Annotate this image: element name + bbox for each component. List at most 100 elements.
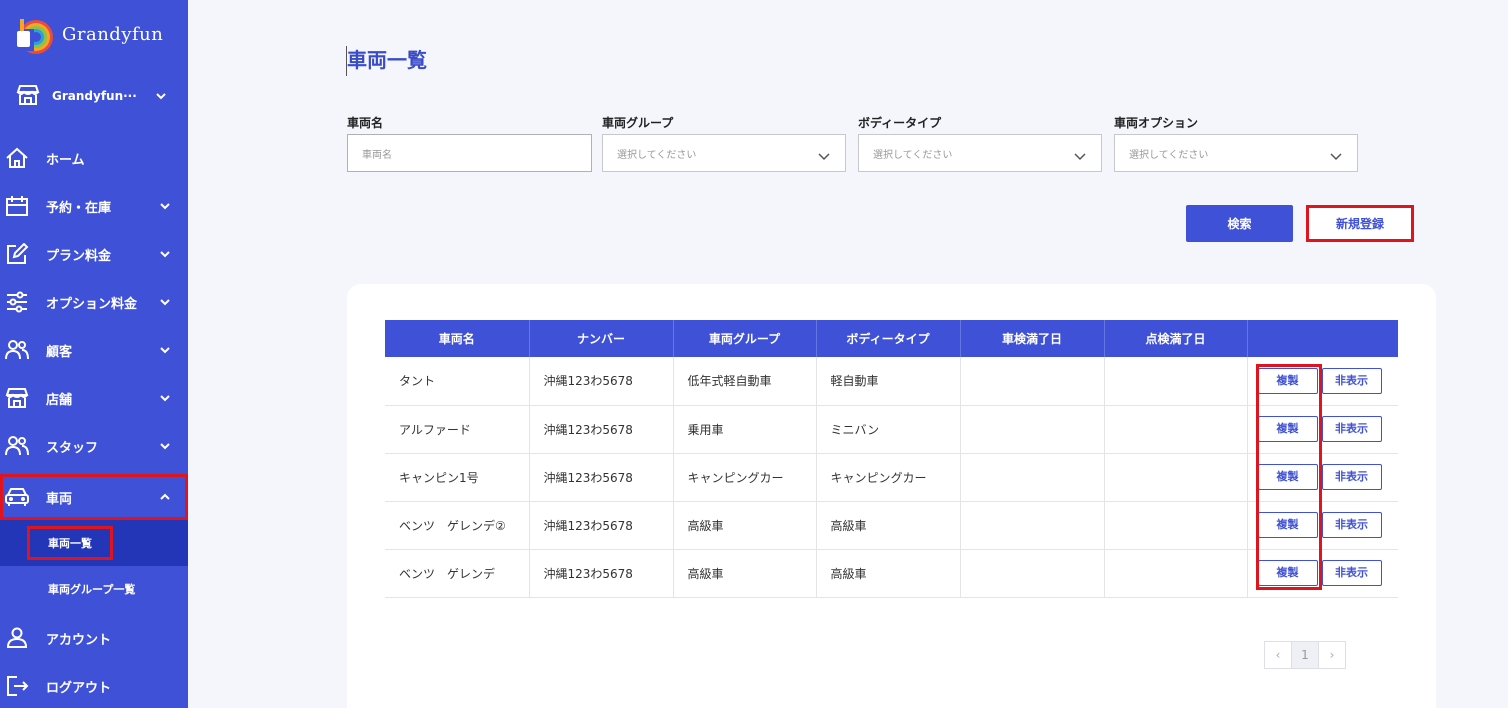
subnav-label: 車両一覧 (27, 526, 113, 560)
subnav-label: 車両グループ一覧 (48, 583, 136, 596)
copy-button[interactable]: 複製 (1257, 416, 1318, 442)
nav-plan-price[interactable]: プラン料金 (0, 234, 188, 274)
vehicle-name-input[interactable]: 車両名 (347, 134, 592, 172)
brand-logo[interactable]: Grandyfun (12, 12, 163, 56)
vehicle-table-card: 車両名 ナンバー 車両グループ ボディータイプ 車検満了日 点検満了日 タント … (347, 284, 1436, 708)
rainbow-logo-icon (12, 13, 54, 55)
chevron-down-icon (158, 199, 172, 213)
nav-label: スタッフ (46, 440, 99, 456)
chevron-down-icon (1329, 149, 1343, 163)
cell-actions: 複製 非表示 (1247, 549, 1398, 598)
table-row[interactable]: ベンツ ゲレンデ 沖縄123わ5678 高級車 高級車 複製 非表示 (385, 549, 1398, 598)
nav-option-price[interactable]: オプション料金 (0, 282, 188, 322)
hide-button[interactable]: 非表示 (1321, 416, 1382, 442)
cell-inspection-expiry (960, 357, 1105, 406)
nav-home[interactable]: ホーム (0, 138, 188, 178)
brand-name: Grandyfun (62, 23, 164, 45)
hide-button[interactable]: 非表示 (1321, 560, 1382, 586)
nav-customers[interactable]: 顧客 (0, 330, 188, 370)
cell-check-expiry (1104, 453, 1248, 502)
prev-page-button[interactable]: ‹ (1264, 641, 1292, 669)
nav-label: アカウント (46, 632, 112, 648)
cell-plate-number: 沖縄123わ5678 (529, 405, 674, 454)
column-header[interactable]: ボディータイプ (816, 320, 961, 357)
copy-button[interactable]: 複製 (1257, 512, 1318, 538)
new-registration-button[interactable]: 新規登録 (1306, 205, 1414, 242)
chevron-down-icon (158, 391, 172, 405)
table-row[interactable]: タント 沖縄123わ5678 低年式軽自動車 軽自動車 複製 非表示 (385, 357, 1398, 406)
nav-label: 車両 (46, 491, 73, 507)
cell-plate-number: 沖縄123わ5678 (529, 549, 674, 598)
pagination: ‹ 1 › (1264, 641, 1346, 669)
cell-vehicle-group: 乗用車 (673, 405, 817, 454)
column-header[interactable]: ナンバー (529, 320, 674, 357)
nav-label: 顧客 (46, 344, 73, 360)
column-header[interactable]: 点検満了日 (1104, 320, 1248, 357)
cell-body-type: 軽自動車 (816, 357, 961, 406)
subnav-vehicle-group-list[interactable]: 車両グループ一覧 (0, 566, 188, 612)
select-placeholder: 選択してください (1129, 149, 1209, 161)
nav-label: オプション料金 (46, 296, 138, 312)
cell-actions: 複製 非表示 (1247, 405, 1398, 454)
select-placeholder: 選択してください (617, 149, 697, 161)
cell-inspection-expiry (960, 453, 1105, 502)
filter-vehicle-option: 車両オプション 選択してください (1114, 114, 1358, 172)
nav-label: 店舗 (46, 392, 73, 408)
nav-staff[interactable]: スタッフ (0, 426, 188, 466)
filter-vehicle-group: 車両グループ 選択してください (602, 114, 846, 172)
column-header (1247, 320, 1398, 357)
sidebar: Grandyfun Grandyfun··· ホーム 予約・在庫 プラン料金 オ… (0, 0, 188, 708)
cell-body-type: 高級車 (816, 501, 961, 550)
edit-icon (4, 241, 30, 267)
table-row[interactable]: キャンピン1号 沖縄123わ5678 キャンピングカー キャンピングカー 複製非… (385, 453, 1398, 502)
column-header[interactable]: 車検満了日 (960, 320, 1105, 357)
cell-actions: 複製 非表示 (1247, 501, 1398, 550)
hide-button[interactable]: 非表示 (1321, 464, 1382, 490)
nav-stores[interactable]: 店舗 (0, 378, 188, 418)
hide-button[interactable]: 非表示 (1321, 512, 1382, 538)
cell-check-expiry (1104, 501, 1248, 550)
vehicle-group-select[interactable]: 選択してください (602, 134, 846, 172)
store-icon (16, 84, 40, 109)
cell-body-type: キャンピングカー (816, 453, 961, 502)
filter-body-type: ボディータイプ 選択してください (858, 114, 1102, 172)
nav-account[interactable]: アカウント (0, 618, 188, 658)
chevron-down-icon (158, 439, 172, 453)
nav-vehicles[interactable]: 車両 (0, 474, 188, 520)
cell-vehicle-name: ベンツ ゲレンデ② (385, 501, 530, 550)
logout-icon (4, 673, 30, 699)
cell-body-type: 高級車 (816, 549, 961, 598)
copy-button[interactable]: 複製 (1257, 464, 1318, 490)
next-page-button[interactable]: › (1318, 641, 1346, 669)
cell-inspection-expiry (960, 501, 1105, 550)
column-header[interactable]: 車両グループ (673, 320, 817, 357)
column-header[interactable]: 車両名 (385, 320, 530, 357)
copy-button[interactable]: 複製 (1257, 560, 1318, 586)
store-selector[interactable]: Grandyfun··· (16, 80, 182, 112)
chevron-down-icon (158, 343, 172, 357)
copy-button[interactable]: 複製 (1257, 367, 1318, 394)
nav-reservation[interactable]: 予約・在庫 (0, 186, 188, 226)
hide-button[interactable]: 非表示 (1321, 367, 1382, 394)
search-button[interactable]: 検索 (1186, 205, 1293, 242)
cell-check-expiry (1104, 549, 1248, 598)
user-icon (4, 625, 30, 651)
chevron-down-icon (158, 247, 172, 261)
page-number[interactable]: 1 (1291, 641, 1319, 669)
subnav-vehicle-list[interactable]: 車両一覧 (0, 520, 188, 566)
cell-actions: 複製 非表示 (1247, 357, 1398, 406)
body-type-select[interactable]: 選択してください (858, 134, 1102, 172)
chevron-down-icon (158, 295, 172, 309)
chevron-down-icon (817, 149, 831, 163)
nav-logout[interactable]: ログアウト (0, 666, 188, 706)
cell-vehicle-group: 高級車 (673, 501, 817, 550)
filter-label: ボディータイプ (858, 116, 942, 130)
cell-inspection-expiry (960, 405, 1105, 454)
select-placeholder: 選択してください (873, 149, 953, 161)
vehicle-option-select[interactable]: 選択してください (1114, 134, 1358, 172)
table-row[interactable]: アルファード 沖縄123わ5678 乗用車 ミニバン 複製 非表示 (385, 405, 1398, 454)
nav-label: 予約・在庫 (46, 200, 112, 216)
nav-label: ログアウト (46, 680, 112, 696)
table-row[interactable]: ベンツ ゲレンデ② 沖縄123わ5678 高級車 高級車 複製 非表示 (385, 501, 1398, 550)
cell-check-expiry (1104, 357, 1248, 406)
